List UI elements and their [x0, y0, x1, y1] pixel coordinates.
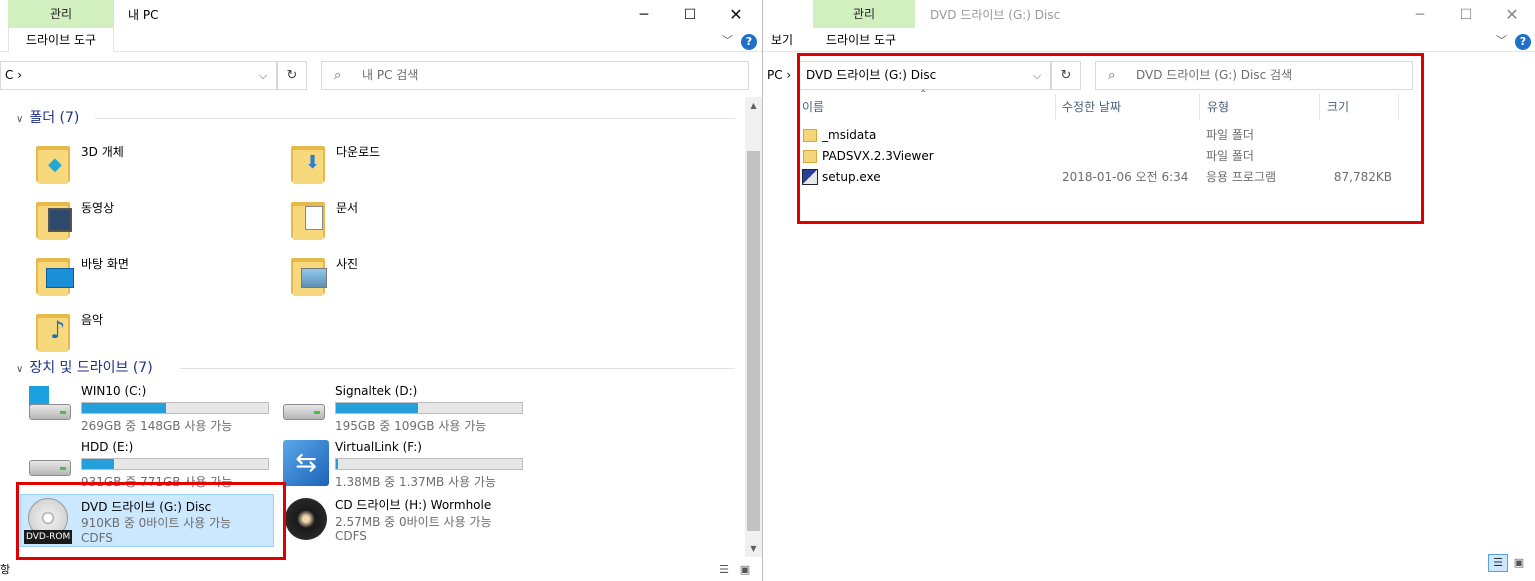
documents-icon	[289, 196, 329, 240]
search-icon: ⌕	[334, 68, 342, 83]
folder-name: 사진	[336, 257, 359, 271]
downloads-icon: ⬇	[289, 140, 329, 184]
address-prefix[interactable]: PC ›	[767, 61, 791, 90]
drive-name: CD 드라이브 (H:) Wormhole	[335, 498, 492, 512]
drive-item[interactable]: ⇆ VirtualLink (F:) 1.38MB 중 1.37MB 사용 가능	[281, 440, 531, 494]
search-input[interactable]: ⌕ 내 PC 검색	[321, 61, 749, 90]
view-tab[interactable]: 보기	[771, 28, 793, 52]
folder-item[interactable]: 사진	[289, 252, 529, 306]
large-icons-view-icon[interactable]: ▣	[737, 563, 753, 577]
close-button[interactable]: ✕	[1489, 0, 1535, 30]
3d-objects-icon: ◆	[34, 140, 74, 184]
folder-item[interactable]: 동영상	[34, 196, 274, 250]
drive-space-info: 195GB 중 109GB 사용 가능	[335, 419, 487, 433]
windows-drive-icon	[27, 384, 77, 432]
drive-name: HDD (E:)	[81, 440, 134, 454]
folders-group-header[interactable]: ∨ 폴더 (7)	[16, 107, 79, 127]
search-placeholder: 내 PC 검색	[362, 68, 419, 82]
highlight-box	[16, 482, 286, 560]
close-button[interactable]: ✕	[713, 0, 759, 30]
drive-usage-bar	[81, 458, 269, 470]
drives-group-header[interactable]: ∨ 장치 및 드라이브 (7)	[16, 357, 153, 377]
cd-drive-icon	[281, 496, 331, 544]
scroll-up-arrow[interactable]: ▲	[745, 97, 762, 114]
details-view-icon[interactable]: ☰	[1488, 554, 1508, 572]
title-bar: 관리 DVD 드라이브 (G:) Disc ─ ☐ ✕	[763, 0, 1535, 30]
chevron-down-icon: ∨	[16, 114, 24, 125]
status-text: 항	[0, 563, 11, 576]
minimize-button[interactable]: ─	[621, 0, 667, 30]
videos-icon	[34, 196, 74, 240]
address-bar[interactable]: C › ⌵	[0, 61, 277, 90]
desktop-icon	[34, 252, 74, 296]
folder-name: 바탕 화면	[81, 257, 129, 271]
title-bar: 관리 내 PC ─ ☐ ✕	[0, 0, 762, 30]
window-title: 내 PC	[128, 8, 159, 22]
folder-name: 3D 개체	[81, 145, 124, 159]
group-divider	[95, 118, 735, 119]
folder-name: 음악	[81, 313, 104, 327]
drive-name: Signaltek (D:)	[335, 384, 418, 398]
drive-item[interactable]: WIN10 (C:) 269GB 중 148GB 사용 가능	[27, 384, 277, 438]
folder-item[interactable]: 문서	[289, 196, 529, 250]
drive-space-info: 2.57MB 중 0바이트 사용 가능	[335, 515, 492, 529]
chevron-down-icon[interactable]: ﹀	[1496, 32, 1507, 48]
drive-item[interactable]: Signaltek (D:) 195GB 중 109GB 사용 가능	[281, 384, 531, 438]
highlight-box	[797, 53, 1424, 224]
drive-space-info: 1.38MB 중 1.37MB 사용 가능	[335, 475, 497, 489]
pictures-icon	[289, 252, 329, 296]
folder-item[interactable]: ♪ 음악	[34, 308, 274, 362]
hard-drive-icon	[281, 384, 331, 432]
group-divider	[180, 368, 735, 369]
drive-space-info: 269GB 중 148GB 사용 가능	[81, 419, 233, 433]
drive-usage-bar	[81, 402, 269, 414]
drive-name: WIN10 (C:)	[81, 384, 147, 398]
folder-name: 다운로드	[336, 145, 381, 159]
address-text: C ›	[5, 68, 22, 82]
folder-item[interactable]: 바탕 화면	[34, 252, 274, 306]
scroll-thumb[interactable]	[747, 151, 760, 531]
drive-filesystem: CDFS	[335, 529, 367, 543]
help-icon[interactable]: ?	[741, 34, 757, 50]
manage-context-tab[interactable]: 관리	[8, 0, 114, 28]
drive-tools-tab[interactable]: 드라이브 도구	[8, 28, 114, 52]
folder-name: 동영상	[81, 201, 115, 215]
details-view-icon[interactable]: ☰	[716, 563, 732, 577]
music-icon: ♪	[34, 308, 74, 352]
chevron-down-icon[interactable]: ﹀	[722, 32, 733, 48]
help-icon[interactable]: ?	[1515, 34, 1531, 50]
drive-usage-bar	[335, 458, 523, 470]
drive-name: VirtualLink (F:)	[335, 440, 422, 454]
folder-name: 문서	[336, 201, 359, 215]
drive-tools-tab[interactable]: 드라이브 도구	[826, 28, 896, 52]
refresh-button[interactable]: ↻	[277, 61, 307, 90]
manage-context-tab[interactable]: 관리	[813, 0, 915, 28]
hard-drive-icon	[27, 440, 77, 488]
status-bar: 항 ☰ ▣	[0, 559, 762, 581]
vertical-scrollbar[interactable]: ▲ ▼	[745, 97, 762, 557]
chevron-down-icon: ∨	[16, 364, 24, 375]
folder-item[interactable]: ◆ 3D 개체	[34, 140, 274, 194]
chevron-down-icon[interactable]: ⌵	[252, 62, 274, 89]
this-pc-window: 관리 내 PC ─ ☐ ✕ 드라이브 도구 ﹀ ? C › ⌵ ↻ ⌕ 내 PC…	[0, 0, 763, 581]
scroll-down-arrow[interactable]: ▼	[745, 540, 762, 557]
maximize-button[interactable]: ☐	[667, 0, 713, 30]
ribbon: 드라이브 도구 ﹀	[0, 28, 762, 52]
ribbon: 보기 드라이브 도구 ﹀	[763, 28, 1535, 52]
window-title: DVD 드라이브 (G:) Disc	[930, 8, 1061, 22]
drive-item[interactable]: CD 드라이브 (H:) Wormhole 2.57MB 중 0바이트 사용 가…	[281, 496, 531, 550]
minimize-button[interactable]: ─	[1397, 0, 1443, 30]
folder-item[interactable]: ⬇ 다운로드	[289, 140, 529, 194]
drive-usage-bar	[335, 402, 523, 414]
large-icons-view-icon[interactable]: ▣	[1511, 556, 1527, 570]
maximize-button[interactable]: ☐	[1443, 0, 1489, 30]
virtuallink-drive-icon: ⇆	[281, 440, 331, 488]
